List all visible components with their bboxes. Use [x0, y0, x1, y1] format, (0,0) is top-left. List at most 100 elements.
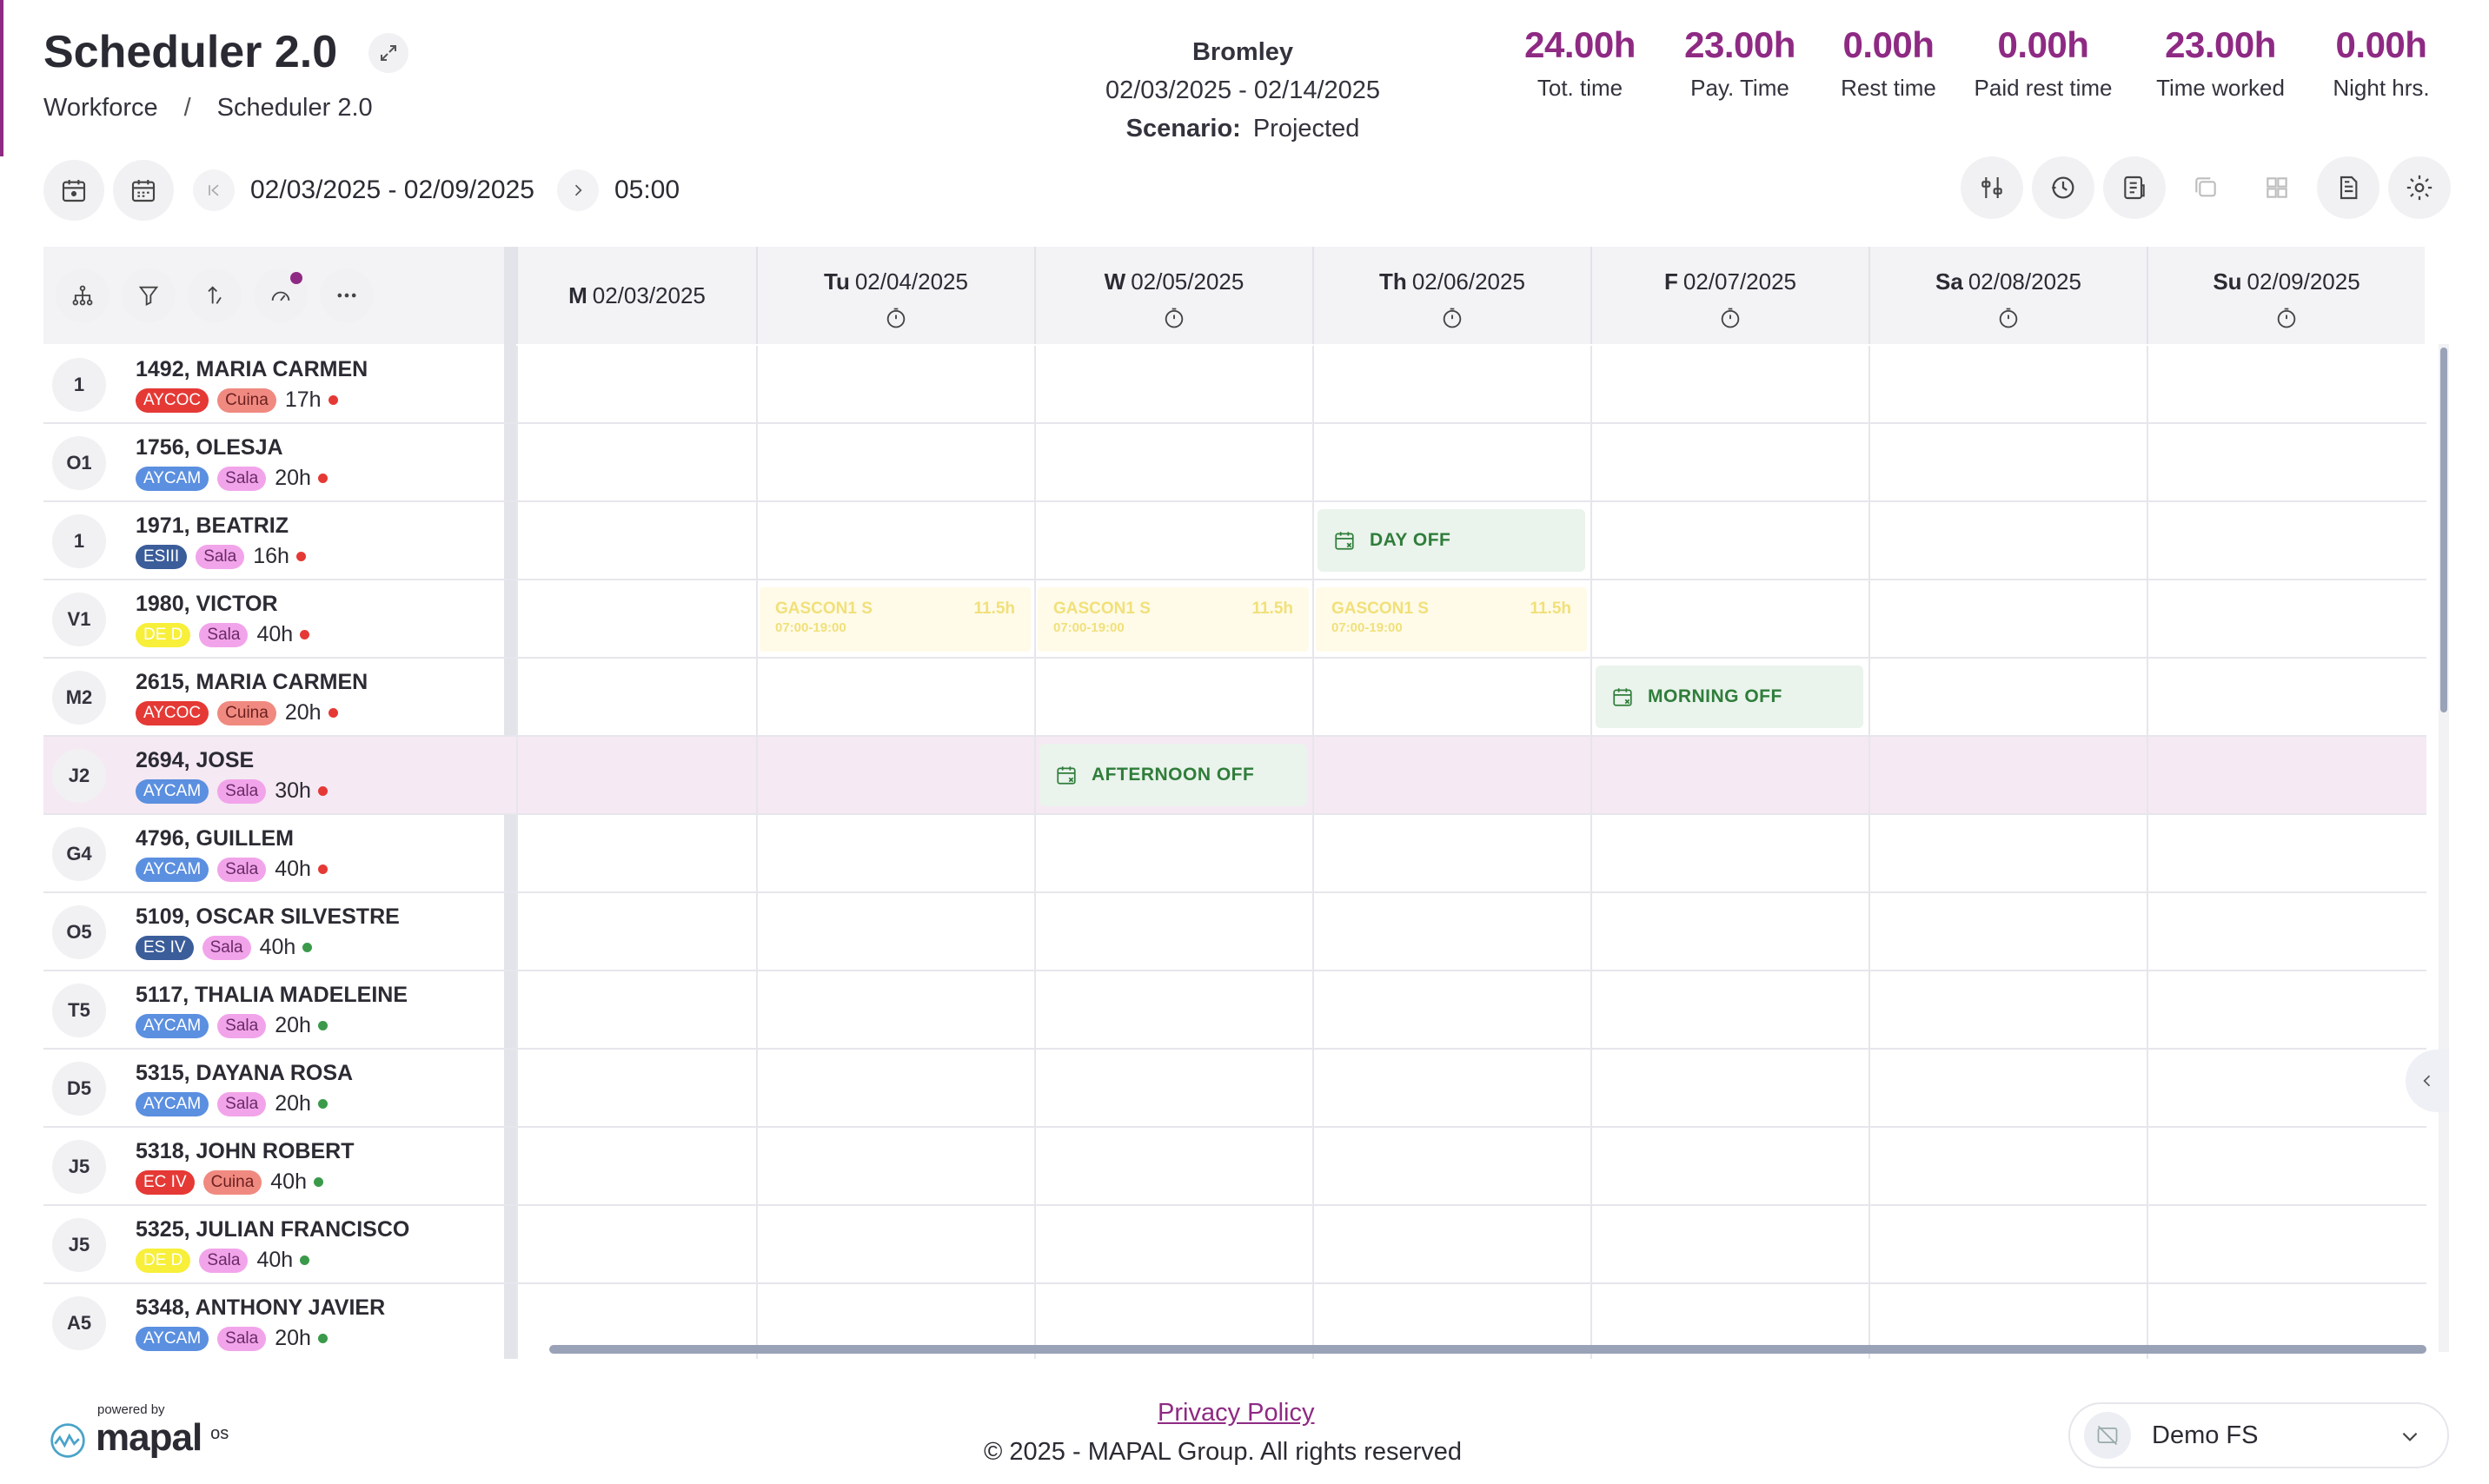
mapal-os: os	[210, 1424, 229, 1443]
adjust-button[interactable]	[1961, 156, 2023, 219]
chevron-right-icon	[574, 184, 582, 196]
day-header[interactable]: Sa 02/08/2025	[1868, 247, 2147, 344]
category-tag: AYCOC	[136, 700, 209, 725]
cell-divider	[1312, 737, 1314, 815]
today-button[interactable]	[43, 160, 104, 221]
shift-block[interactable]: GASCON1 S 11.5h 07:00-19:00	[1316, 587, 1587, 652]
day-header[interactable]: Su 02/09/2025	[2147, 247, 2425, 344]
employee-cell[interactable]: J5 5325, JULIAN FRANCISCO DE D Sala 40h	[43, 1206, 504, 1284]
chevron-down-icon	[2402, 1432, 2418, 1441]
history-button[interactable]	[2032, 156, 2094, 219]
clock-icon[interactable]	[1162, 306, 1186, 330]
next-week-button[interactable]	[556, 169, 599, 211]
cell-divider	[516, 815, 518, 893]
clock-icon[interactable]	[1996, 306, 2021, 330]
table-row: M2 2615, MARIA CARMEN AYCOC Cuina 20h	[43, 659, 2426, 737]
report-button[interactable]	[2103, 156, 2166, 219]
absence-block[interactable]: DAY OFF	[1318, 509, 1585, 572]
table-row: D5 5315, DAYANA ROSA AYCAM Sala 20h	[43, 1050, 2426, 1128]
first-week-button[interactable]	[193, 169, 235, 211]
breadcrumb-separator: /	[183, 94, 191, 122]
absence-block[interactable]: MORNING OFF	[1596, 666, 1863, 728]
status-dot	[317, 1021, 328, 1030]
employee-name: 2694, JOSE	[136, 748, 255, 772]
cell-divider	[516, 893, 518, 971]
calendar-today-icon	[62, 180, 86, 202]
employee-cell[interactable]: J5 5318, JOHN ROBERT EC IV Cuina 40h	[43, 1128, 504, 1206]
employee-cell[interactable]: 1 1492, MARIA CARMEN AYCOC Cuina 17h	[43, 346, 504, 424]
clock-icon[interactable]	[1718, 306, 1742, 330]
employee-cell[interactable]: O1 1756, OLESJA AYCAM Sala 20h	[43, 424, 504, 502]
employee-name: 1492, MARIA CARMEN	[136, 357, 368, 381]
day-header[interactable]: Th 02/06/2025	[1312, 247, 1590, 344]
day-header[interactable]: M 02/03/2025	[516, 247, 756, 344]
cell-divider	[1868, 893, 1870, 971]
employee-cell[interactable]: A5 5348, ANTHONY JAVIER AYCAM Sala 20h	[43, 1284, 504, 1359]
shift-hours: 11.5h	[973, 600, 1015, 618]
table-row: 1 1492, MARIA CARMEN AYCOC Cuina 17h	[43, 346, 2426, 424]
breadcrumb-workforce[interactable]: Workforce	[43, 94, 158, 123]
day-header[interactable]: W 02/05/2025	[1034, 247, 1312, 344]
shift-title: GASCON1 S	[775, 600, 873, 618]
cell-divider	[1034, 580, 1036, 659]
absence-block[interactable]: AFTERNOON OFF	[1039, 744, 1307, 806]
vertical-scroll-thumb[interactable]	[2440, 348, 2447, 712]
horizontal-scrollbar[interactable]	[549, 1345, 2426, 1354]
clock-icon[interactable]	[884, 306, 908, 330]
day-date: 02/07/2025	[1683, 268, 1797, 295]
filter-button[interactable]	[122, 268, 176, 322]
day-header[interactable]: F 02/07/2025	[1590, 247, 1868, 344]
shift-block[interactable]: GASCON1 S 11.5h 07:00-19:00	[1038, 587, 1309, 652]
more-options-button[interactable]	[320, 268, 374, 322]
department-tag: Sala	[196, 544, 245, 569]
employee-cell[interactable]: M2 2615, MARIA CARMEN AYCOC Cuina 20h	[43, 659, 504, 737]
kpi-value: 0.00h	[2335, 24, 2427, 65]
settings-button[interactable]	[2388, 156, 2451, 219]
calendar-picker-button[interactable]	[113, 160, 174, 221]
day-date: 02/04/2025	[854, 268, 968, 295]
employee-name: 5117, THALIA MADELEINE	[136, 983, 408, 1007]
cell-divider	[516, 1284, 518, 1359]
clock-icon[interactable]	[1440, 306, 1464, 330]
cell-divider	[516, 346, 518, 424]
category-tag: AYCAM	[136, 466, 209, 491]
employee-name: 2615, MARIA CARMEN	[136, 670, 368, 694]
copy-button[interactable]	[2174, 156, 2237, 219]
day-header[interactable]: Tu 02/04/2025	[756, 247, 1034, 344]
chevron-left-icon	[2423, 1075, 2431, 1087]
vertical-scrollbar[interactable]	[2439, 344, 2449, 1352]
employee-name: 1980, VICTOR	[136, 592, 278, 616]
employee-cell[interactable]: T5 5117, THALIA MADELEINE AYCAM Sala 20h	[43, 971, 504, 1050]
cell-divider	[1590, 1206, 1592, 1284]
cell-divider	[2147, 659, 2148, 737]
cell-divider	[1034, 502, 1036, 580]
employee-cell[interactable]: J2 2694, JOSE AYCAM Sala 30h	[43, 737, 504, 815]
accent-bar	[0, 0, 3, 156]
shift-block[interactable]: GASCON1 S 11.5h 07:00-19:00	[760, 587, 1031, 652]
cell-divider	[1868, 580, 1870, 659]
shift-hours: 11.5h	[1251, 600, 1293, 618]
org-structure-button[interactable]	[56, 268, 110, 322]
kpi-item: 0.00h Rest time	[1820, 24, 1957, 102]
employee-name: 4796, GUILLEM	[136, 826, 294, 851]
employee-cell[interactable]: G4 4796, GUILLEM AYCAM Sala 40h	[43, 815, 504, 893]
table-row: O1 1756, OLESJA AYCAM Sala 20h	[43, 424, 2426, 502]
grid-view-button[interactable]	[2246, 156, 2308, 219]
employee-cell[interactable]: O5 5109, OSCAR SILVESTRE ES IV Sala 40h	[43, 893, 504, 971]
view-tools	[1961, 156, 2451, 219]
clock-icon[interactable]	[2274, 306, 2299, 330]
contract-hours: 40h	[256, 622, 294, 646]
hierarchy-icon	[72, 285, 93, 306]
expand-button[interactable]	[368, 33, 408, 73]
company-selector[interactable]: Demo FS	[2068, 1402, 2449, 1468]
employee-cell[interactable]: D5 5315, DAYANA ROSA AYCAM Sala 20h	[43, 1050, 504, 1128]
department-tag: Cuina	[217, 700, 276, 725]
privacy-policy-link[interactable]: Privacy Policy	[1158, 1399, 1315, 1428]
performance-button[interactable]	[254, 268, 308, 322]
employee-cell[interactable]: 1 1971, BEATRIZ ESIII Sala 16h	[43, 502, 504, 580]
avatar: T5	[52, 984, 106, 1037]
sort-button[interactable]	[188, 268, 242, 322]
day-abbr: M	[568, 282, 587, 308]
document-button[interactable]	[2317, 156, 2379, 219]
employee-cell[interactable]: V1 1980, VICTOR DE D Sala 40h	[43, 580, 504, 659]
